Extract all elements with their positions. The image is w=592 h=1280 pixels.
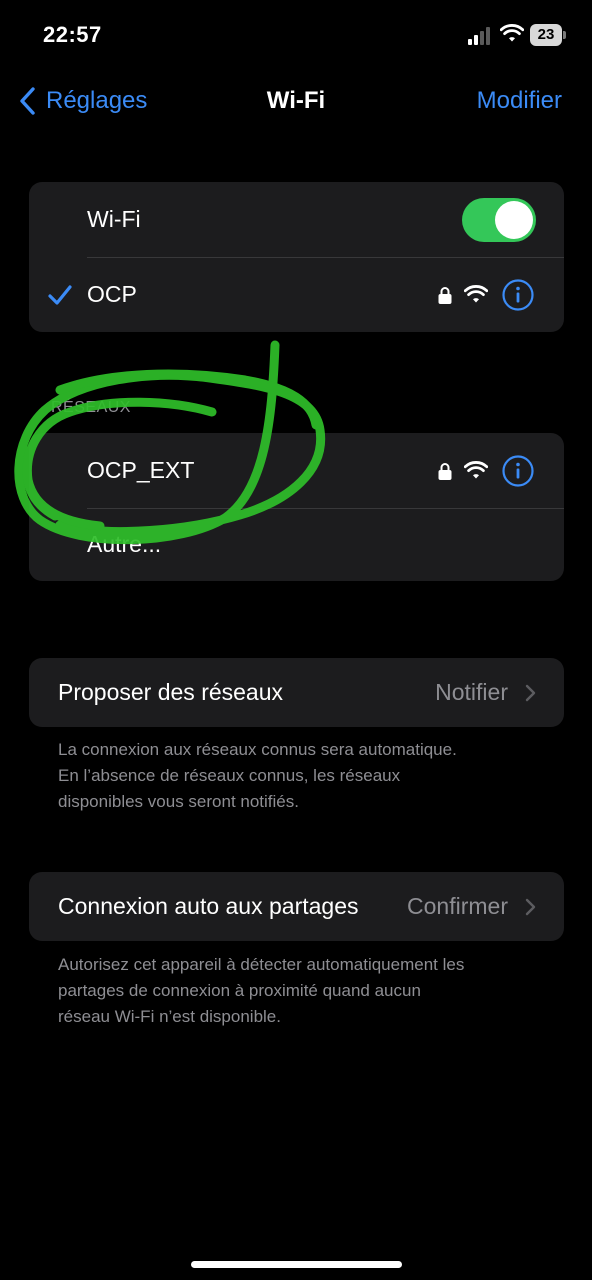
toggle-knob — [495, 200, 533, 239]
auto-join-hotspot-footnote: Autorisez cet appareil à détecter automa… — [58, 952, 548, 1030]
other-network-label: Autre... — [87, 531, 162, 557]
info-icon[interactable] — [502, 454, 534, 487]
footnote-line: La connexion aux réseaux connus sera aut… — [58, 740, 457, 759]
network-name: OCP_EXT — [87, 457, 195, 483]
ask-to-join-value: Notifier — [435, 679, 508, 705]
auto-join-hotspot-value: Confirmer — [407, 893, 508, 919]
wifi-icon — [464, 284, 488, 302]
other-network-row[interactable]: Autre... — [29, 508, 564, 581]
footnote-line: En l’absence de réseaux connus, les rése… — [58, 766, 401, 785]
footnote-line: disponibles vous seront notifiés. — [58, 792, 299, 811]
networks-section-header: RÉSEAUX — [51, 399, 131, 416]
ask-to-join-footnote: La connexion aux réseaux connus sera aut… — [58, 737, 548, 815]
back-button[interactable]: Réglages — [18, 86, 147, 116]
checkmark-icon — [48, 284, 72, 305]
networks-group: OCP_EXT Autre... — [29, 433, 564, 581]
network-row[interactable]: OCP_EXT — [29, 433, 564, 508]
home-indicator[interactable] — [191, 1261, 402, 1268]
lock-icon — [438, 286, 452, 304]
status-bar: 22:57 23 — [0, 0, 592, 72]
footnote-line: Autorisez cet appareil à détecter automa… — [58, 955, 465, 974]
chevron-right-icon — [525, 684, 536, 702]
edit-button[interactable]: Modifier — [477, 86, 562, 116]
info-icon[interactable] — [502, 278, 534, 311]
wifi-group: Wi-Fi OCP — [29, 182, 564, 332]
footnote-line: réseau Wi-Fi n’est disponible. — [58, 1007, 281, 1026]
connected-network-name: OCP — [87, 281, 137, 307]
wifi-toggle-label: Wi-Fi — [87, 206, 141, 232]
lock-icon — [438, 462, 452, 480]
status-time: 22:57 — [43, 22, 102, 47]
signal-icon — [468, 27, 490, 45]
chevron-right-icon — [525, 898, 536, 916]
wifi-toggle[interactable] — [462, 197, 536, 242]
wifi-icon — [500, 24, 524, 42]
back-chevron-icon — [20, 87, 35, 115]
battery-icon: 23 — [530, 24, 566, 46]
ask-to-join-row[interactable]: Proposer des réseaux Notifier — [29, 658, 564, 727]
footnote-line: partages de connexion à proximité quand … — [58, 981, 421, 1000]
wifi-toggle-row: Wi-Fi — [29, 182, 564, 257]
battery-level: 23 — [530, 24, 562, 46]
back-label: Réglages — [46, 87, 148, 114]
auto-join-hotspot-row[interactable]: Connexion auto aux partages Confirmer — [29, 872, 564, 941]
ask-to-join-label: Proposer des réseaux — [58, 679, 284, 705]
wifi-icon — [464, 460, 488, 478]
auto-join-hotspot-label: Connexion auto aux partages — [58, 893, 359, 919]
connected-network-row[interactable]: OCP — [29, 257, 564, 332]
